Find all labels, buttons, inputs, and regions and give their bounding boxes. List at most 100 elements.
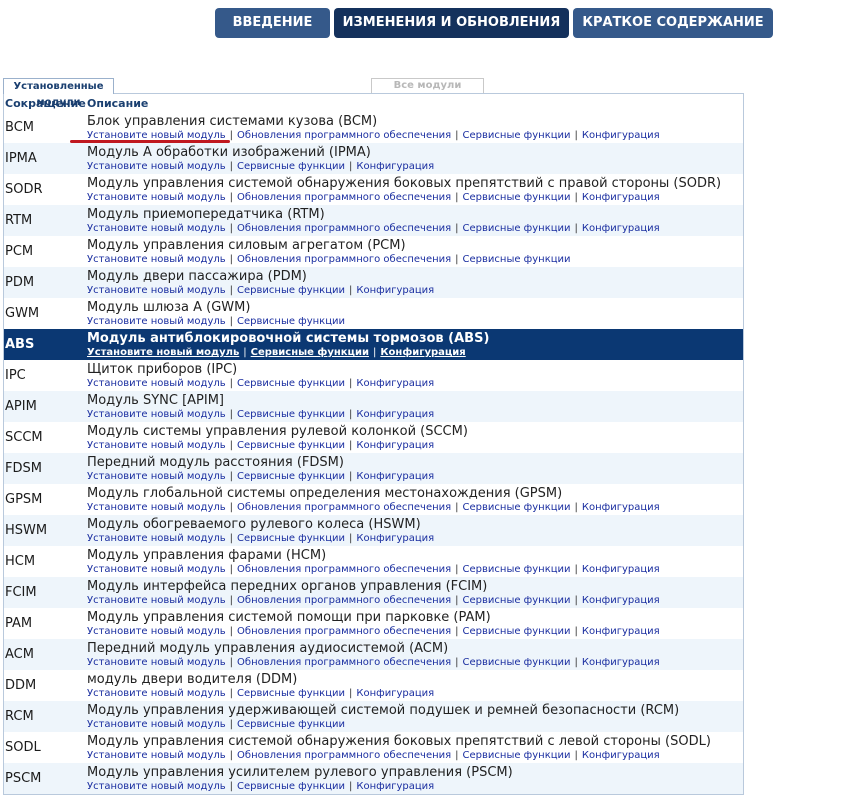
module-action-link[interactable]: Конфигурация xyxy=(356,378,434,389)
module-action-link[interactable]: Сервисные функции xyxy=(251,347,369,358)
module-action-link[interactable]: Конфигурация xyxy=(582,595,660,606)
module-action-link[interactable]: Установите новый модуль xyxy=(87,223,226,234)
table-row[interactable]: ACM Передний модуль управления аудиосисте… xyxy=(4,639,743,670)
table-row[interactable]: RTM Модуль приемопередатчика (RTM) Установ… xyxy=(4,205,743,236)
table-row[interactable]: SCCM Модуль системы управления рулевой ко… xyxy=(4,422,743,453)
module-action-link[interactable]: Конфигурация xyxy=(356,781,434,792)
module-action-link[interactable]: Сервисные функции xyxy=(463,657,571,668)
module-action-link[interactable]: Обновления программного обеспечения xyxy=(237,750,451,761)
table-row[interactable]: IPMA Модуль A обработки изображений (IPMA… xyxy=(4,143,743,174)
module-action-link[interactable]: Сервисные функции xyxy=(237,161,345,172)
table-row[interactable]: SODR Модуль управления системой обнаружен… xyxy=(4,174,743,205)
module-action-link[interactable]: Сервисные функции xyxy=(237,781,345,792)
module-action-link[interactable]: Установите новый модуль xyxy=(87,626,226,637)
module-action-link[interactable]: Сервисные функции xyxy=(237,440,345,451)
module-action-link[interactable]: Обновления программного обеспечения xyxy=(237,502,451,513)
table-row[interactable]: GWM Модуль шлюза А (GWM) Установите новый … xyxy=(4,298,743,329)
nav-button-changes-updates[interactable]: ИЗМЕНЕНИЯ И ОБНОВЛЕНИЯ xyxy=(334,8,569,38)
table-row[interactable]: FDSM Передний модуль расстояния (FDSM) Уст… xyxy=(4,453,743,484)
module-action-link[interactable]: Конфигурация xyxy=(582,130,660,141)
module-action-link[interactable]: Установите новый модуль xyxy=(87,471,226,482)
module-action-link[interactable]: Конфигурация xyxy=(582,626,660,637)
module-action-link[interactable]: Сервисные функции xyxy=(463,626,571,637)
module-action-link[interactable]: Конфигурация xyxy=(582,750,660,761)
module-action-link[interactable]: Установите новый модуль xyxy=(87,347,239,358)
module-action-link[interactable]: Установите новый модуль xyxy=(87,440,226,451)
table-row[interactable]: DDM модуль двери водителя (DDM) Установите… xyxy=(4,670,743,701)
module-action-link[interactable]: Конфигурация xyxy=(380,347,465,358)
module-action-link[interactable]: Сервисные функции xyxy=(237,409,345,420)
module-action-link[interactable]: Установите новый модуль xyxy=(87,781,226,792)
module-action-link[interactable]: Установите новый модуль xyxy=(87,254,226,265)
table-row[interactable]: PSCM Модуль управления усилителем рулевог… xyxy=(4,763,743,794)
module-action-link[interactable]: Обновления программного обеспечения xyxy=(237,223,451,234)
module-action-link[interactable]: Сервисные функции xyxy=(463,595,571,606)
module-action-link[interactable]: Конфигурация xyxy=(582,192,660,203)
module-action-link[interactable]: Конфигурация xyxy=(356,533,434,544)
module-abbr: ACM xyxy=(5,647,34,662)
module-action-link[interactable]: Сервисные функции xyxy=(463,254,571,265)
module-action-link[interactable]: Сервисные функции xyxy=(463,223,571,234)
module-action-link[interactable]: Сервисные функции xyxy=(237,378,345,389)
module-action-link[interactable]: Конфигурация xyxy=(582,502,660,513)
module-action-link[interactable]: Установите новый модуль xyxy=(87,409,226,420)
table-row[interactable]: PDM Модуль двери пассажира (PDM) Установит… xyxy=(4,267,743,298)
table-row[interactable]: GPSM Модуль глобальной системы определени… xyxy=(4,484,743,515)
module-action-link[interactable]: Сервисные функции xyxy=(463,564,571,575)
table-row[interactable]: HSWM Модуль обогреваемого рулевого колеса… xyxy=(4,515,743,546)
table-row[interactable]: HCM Модуль управления фарами (HCM) Установ… xyxy=(4,546,743,577)
table-row[interactable]: SODL Модуль управления системой обнаружен… xyxy=(4,732,743,763)
module-action-link[interactable]: Обновления программного обеспечения xyxy=(237,595,451,606)
module-action-link[interactable]: Сервисные функции xyxy=(237,719,345,730)
module-action-link[interactable]: Обновления программного обеспечения xyxy=(237,657,451,668)
module-action-link[interactable]: Сервисные функции xyxy=(463,502,571,513)
module-action-link[interactable]: Сервисные функции xyxy=(463,130,571,141)
module-action-link[interactable]: Обновления программного обеспечения xyxy=(237,564,451,575)
module-action-link[interactable]: Установите новый модуль xyxy=(87,316,226,327)
module-action-link[interactable]: Обновления программного обеспечения xyxy=(237,626,451,637)
table-row[interactable]: PCM Модуль управления силовым агрегатом (… xyxy=(4,236,743,267)
tab-all-modules[interactable]: Все модули xyxy=(371,78,484,94)
module-action-link[interactable]: Сервисные функции xyxy=(237,533,345,544)
table-row[interactable]: BCM Блок управления системами кузова (BCM… xyxy=(4,112,743,143)
module-action-link[interactable]: Обновления программного обеспечения xyxy=(237,192,451,203)
table-row[interactable]: IPC Щиток приборов (IPC) Установите новый … xyxy=(4,360,743,391)
table-row[interactable]: ABS Модуль антиблокировочной системы торм… xyxy=(4,329,743,360)
module-action-link[interactable]: Обновления программного обеспечения xyxy=(237,130,451,141)
module-action-link[interactable]: Конфигурация xyxy=(582,223,660,234)
module-action-link[interactable]: Установите новый модуль xyxy=(87,161,226,172)
module-action-link[interactable]: Установите новый модуль xyxy=(87,564,226,575)
table-row[interactable]: PAM Модуль управления системой помощи при… xyxy=(4,608,743,639)
module-action-link[interactable]: Конфигурация xyxy=(356,471,434,482)
module-action-link[interactable]: Конфигурация xyxy=(356,440,434,451)
module-action-link[interactable]: Сервисные функции xyxy=(237,471,345,482)
module-action-link[interactable]: Конфигурация xyxy=(356,285,434,296)
module-action-link[interactable]: Конфигурация xyxy=(356,409,434,420)
module-action-link[interactable]: Установите новый модуль xyxy=(87,533,226,544)
module-action-link[interactable]: Сервисные функции xyxy=(237,316,345,327)
module-action-link[interactable]: Установите новый модуль xyxy=(87,502,226,513)
nav-button-introduction[interactable]: ВВЕДЕНИЕ xyxy=(215,8,330,38)
module-action-link[interactable]: Сервисные функции xyxy=(463,192,571,203)
module-action-link[interactable]: Сервисные функции xyxy=(237,688,345,699)
table-row[interactable]: RCM Модуль управления удерживающей систем… xyxy=(4,701,743,732)
module-action-link[interactable]: Установите новый модуль xyxy=(87,192,226,203)
module-action-link[interactable]: Обновления программного обеспечения xyxy=(237,254,451,265)
module-action-link[interactable]: Конфигурация xyxy=(356,161,434,172)
module-action-link[interactable]: Сервисные функции xyxy=(237,285,345,296)
table-row[interactable]: APIM Модуль SYNC [APIM] Установите новый м… xyxy=(4,391,743,422)
module-action-link[interactable]: Установите новый модуль xyxy=(87,378,226,389)
table-row[interactable]: FCIM Модуль интерфейса передних органов у… xyxy=(4,577,743,608)
tab-installed-modules[interactable]: Установленные модули xyxy=(3,78,114,108)
module-action-link[interactable]: Установите новый модуль xyxy=(87,750,226,761)
module-action-link[interactable]: Сервисные функции xyxy=(463,750,571,761)
nav-button-summary[interactable]: КРАТКОЕ СОДЕРЖАНИЕ xyxy=(573,8,773,38)
module-action-link[interactable]: Конфигурация xyxy=(582,564,660,575)
module-action-link[interactable]: Конфигурация xyxy=(582,657,660,668)
module-action-link[interactable]: Установите новый модуль xyxy=(87,595,226,606)
module-action-link[interactable]: Установите новый модуль xyxy=(87,719,226,730)
module-action-link[interactable]: Установите новый модуль xyxy=(87,657,226,668)
module-action-link[interactable]: Установите новый модуль xyxy=(87,688,226,699)
module-action-link[interactable]: Установите новый модуль xyxy=(87,285,226,296)
module-action-link[interactable]: Конфигурация xyxy=(356,688,434,699)
